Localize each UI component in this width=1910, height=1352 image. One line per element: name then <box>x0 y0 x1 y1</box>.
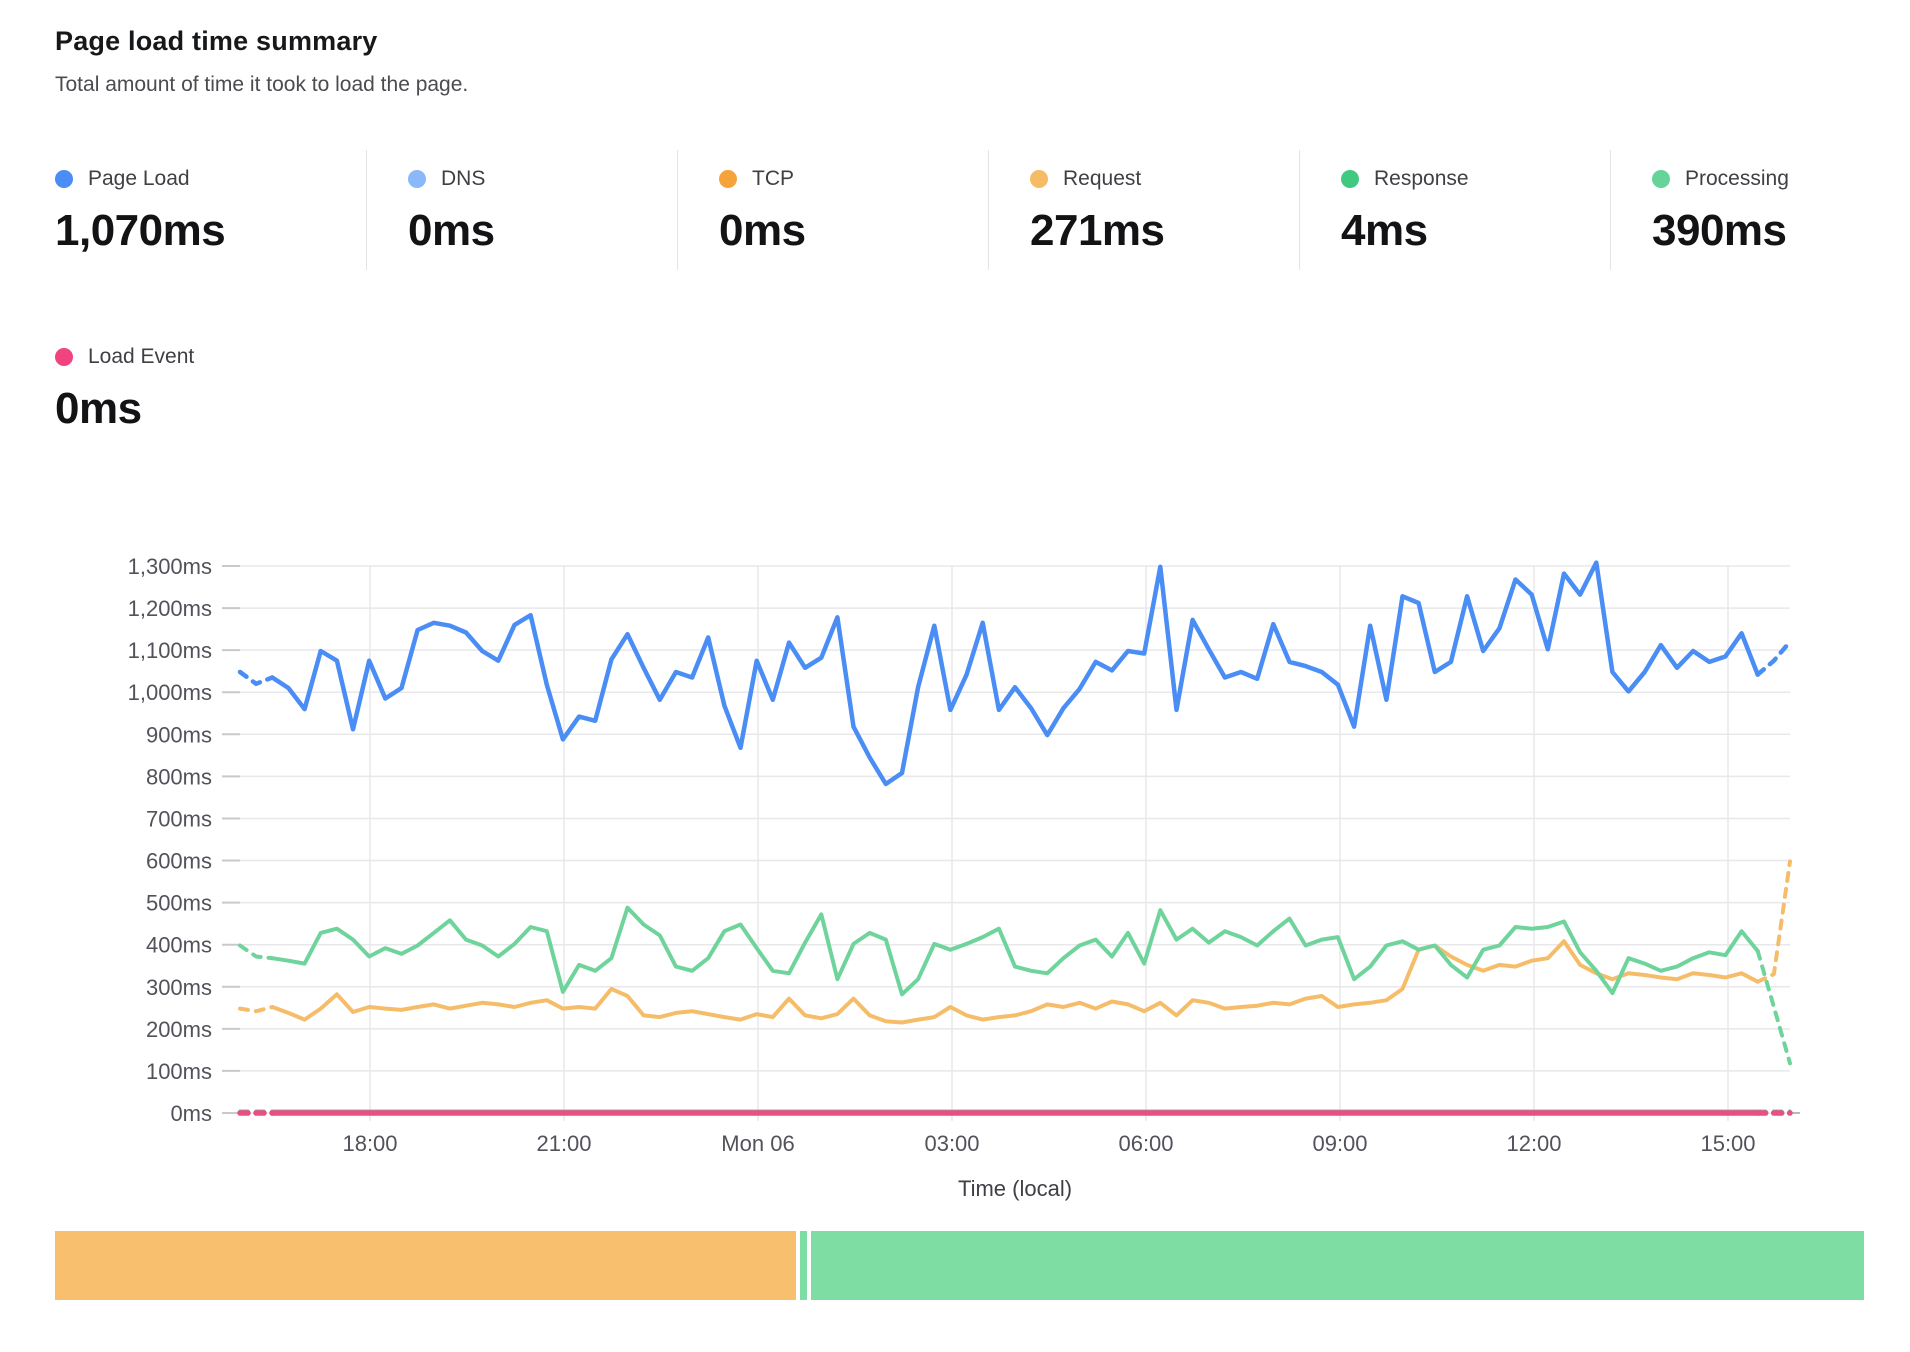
y-axis-tick-label: 100ms <box>146 1059 212 1084</box>
y-axis-tick-label: 500ms <box>146 891 212 916</box>
processing-line-lead-dashed <box>240 946 272 959</box>
page-load-summary-panel: Page load time summary Total amount of t… <box>0 0 1910 1352</box>
chart-gridlines <box>222 566 1800 1121</box>
processing-sliver <box>800 1231 807 1300</box>
processing-line <box>240 908 1790 1064</box>
x-axis-tick-label: 21:00 <box>536 1131 591 1156</box>
y-axis-tick-label: 300ms <box>146 975 212 1000</box>
x-axis-tick-label: 03:00 <box>924 1131 979 1156</box>
metric-label: Processing <box>1685 167 1789 191</box>
y-axis-tick-label: 200ms <box>146 1017 212 1042</box>
metric-response: Response 4ms <box>1299 150 1610 270</box>
panel-header: Page load time summary Total amount of t… <box>55 26 468 97</box>
request-segment <box>55 1231 796 1300</box>
request-line-lead-dashed <box>240 1007 272 1011</box>
x-axis-tick-label: 09:00 <box>1312 1131 1367 1156</box>
metric-dns: DNS 0ms <box>366 150 677 270</box>
page-subtitle: Total amount of time it took to load the… <box>55 73 468 97</box>
tcp-dot-icon <box>719 170 737 188</box>
x-axis-tick-label: 12:00 <box>1506 1131 1561 1156</box>
y-axis-tick-label: 700ms <box>146 806 212 831</box>
metric-label: Request <box>1063 167 1141 191</box>
y-axis-tick-label: 600ms <box>146 849 212 874</box>
summary-secondary-row: Load Event 0ms <box>55 328 366 434</box>
metric-tcp: TCP 0ms <box>677 150 988 270</box>
x-axis-tick-label: 06:00 <box>1118 1131 1173 1156</box>
load-time-chart[interactable]: 1,300ms 1,200ms 1,100ms 1,000ms 900ms 800ms 70… <box>0 540 1910 1231</box>
processing-line-solid <box>272 908 1757 995</box>
request-dot-icon <box>1030 170 1048 188</box>
metric-value: 271ms <box>1030 206 1299 256</box>
request-line-tail-dashed <box>1758 861 1790 981</box>
metric-request: Request 271ms <box>988 150 1299 270</box>
metric-label: Load Event <box>88 345 194 369</box>
page-title: Page load time summary <box>55 26 468 57</box>
chart-axis-labels: 1,300ms 1,200ms 1,100ms 1,000ms 900ms 800ms 70… <box>128 554 1756 1201</box>
chart-area: 1,300ms 1,200ms 1,100ms 1,000ms 900ms 800ms 70… <box>0 540 1910 1231</box>
dns-dot-icon <box>408 170 426 188</box>
metric-label: DNS <box>441 167 485 191</box>
metric-load-event: Load Event 0ms <box>55 328 366 434</box>
x-axis-title: Time (local) <box>958 1176 1072 1201</box>
metric-legend: Processing <box>1652 166 1910 192</box>
metric-legend: Page Load <box>55 166 366 192</box>
x-axis-tick-label: 15:00 <box>1700 1131 1755 1156</box>
summary-metrics-row: Page Load 1,070ms DNS 0ms TCP 0ms Request 271ms… <box>55 150 1910 270</box>
metric-value: 1,070ms <box>55 206 366 256</box>
metric-value: 0ms <box>408 206 677 256</box>
y-axis-tick-label: 800ms <box>146 764 212 789</box>
y-axis-tick-label: 1,000ms <box>128 680 212 705</box>
metric-legend: Load Event <box>55 344 366 370</box>
y-axis-tick-label: 400ms <box>146 933 212 958</box>
x-axis-tick-label: 18:00 <box>342 1131 397 1156</box>
metric-label: Page Load <box>88 167 190 191</box>
metric-page-load: Page Load 1,070ms <box>55 150 366 270</box>
x-axis-tick-label: Mon 06 <box>721 1131 794 1156</box>
metric-value: 390ms <box>1652 206 1910 256</box>
processing-segment <box>811 1231 1864 1300</box>
response-dot-icon <box>1341 170 1359 188</box>
y-axis-tick-label: 1,100ms <box>128 638 212 663</box>
page-load-line-tail-dashed <box>1758 642 1790 675</box>
page-load-line-lead-dashed <box>240 672 272 684</box>
metric-processing: Processing 390ms <box>1610 150 1910 270</box>
metric-legend: TCP <box>719 166 988 192</box>
processing-dot-icon <box>1652 170 1670 188</box>
load-event-dot-icon <box>55 348 73 366</box>
metric-label: TCP <box>752 167 794 191</box>
y-axis-tick-label: 1,300ms <box>128 554 212 579</box>
metric-value: 0ms <box>55 384 366 434</box>
page-load-line <box>240 563 1790 784</box>
metric-legend: DNS <box>408 166 677 192</box>
y-axis-tick-label: 900ms <box>146 722 212 747</box>
page-load-line-solid <box>272 563 1757 784</box>
metric-legend: Request <box>1030 166 1299 192</box>
metric-value: 4ms <box>1341 206 1610 256</box>
metric-label: Response <box>1374 167 1469 191</box>
page-load-dot-icon <box>55 170 73 188</box>
y-axis-tick-label: 1,200ms <box>128 596 212 621</box>
metric-legend: Response <box>1341 166 1610 192</box>
y-axis-tick-label: 0ms <box>170 1101 212 1126</box>
timeline-bar <box>55 1231 1867 1300</box>
metric-value: 0ms <box>719 206 988 256</box>
